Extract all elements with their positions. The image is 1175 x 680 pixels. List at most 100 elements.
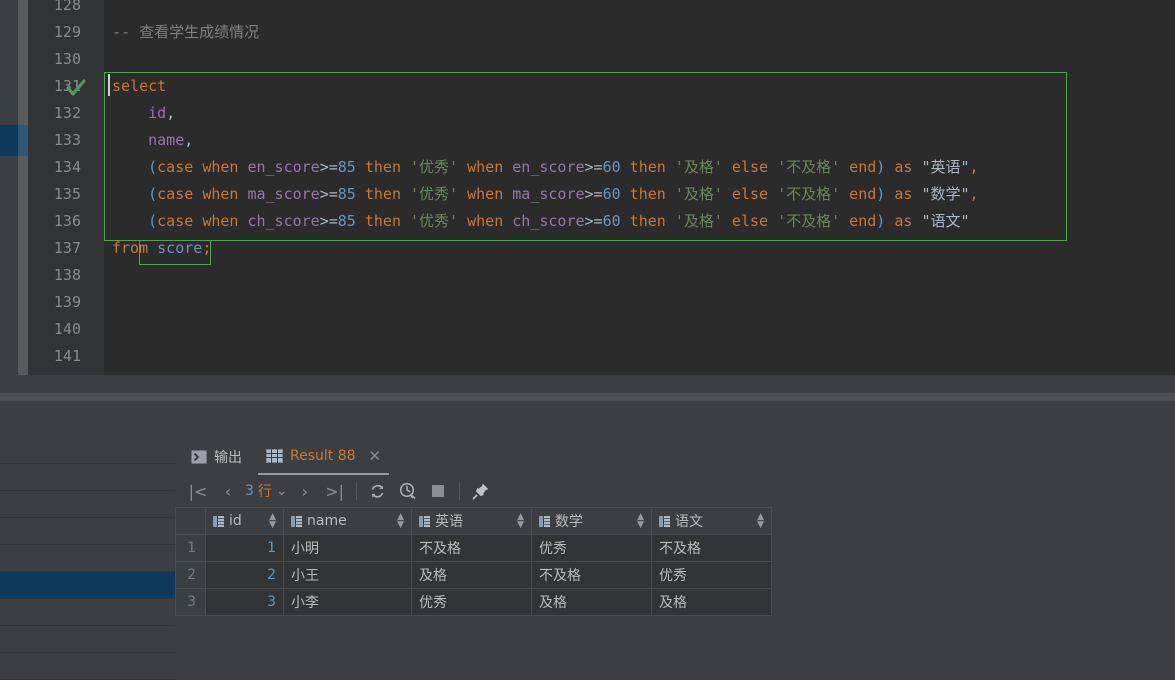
cell-ch[interactable]: 及格 bbox=[651, 588, 772, 616]
code-token: then bbox=[355, 158, 411, 176]
code-line[interactable]: select bbox=[112, 73, 166, 100]
cell-en[interactable]: 及格 bbox=[411, 561, 532, 589]
list-item[interactable] bbox=[0, 437, 175, 464]
code-token: then bbox=[620, 158, 675, 176]
code-token: when bbox=[202, 185, 248, 203]
code-token: ) bbox=[876, 185, 886, 203]
column-icon bbox=[419, 515, 430, 527]
code-token: >= bbox=[319, 185, 338, 203]
sort-arrows-icon[interactable]: ▲ ▼ bbox=[397, 513, 404, 530]
editor-horizontal-scrollbar[interactable] bbox=[0, 375, 1175, 401]
cell-en[interactable]: 优秀 bbox=[411, 588, 532, 616]
sort-arrows-icon[interactable]: ▲ ▼ bbox=[757, 513, 764, 530]
table-row[interactable]: 1 1 小明 不及格 优秀 不及格 bbox=[175, 534, 772, 562]
sort-arrows-icon[interactable]: ▲ ▼ bbox=[637, 513, 644, 530]
code-token: score bbox=[157, 239, 203, 257]
prev-page-button[interactable]: ‹ bbox=[213, 476, 243, 506]
column-header-label: name bbox=[307, 513, 347, 529]
result-tab-bar[interactable]: 输出 Result 88 ✕ bbox=[175, 439, 1175, 475]
code-token: '优秀' bbox=[410, 212, 459, 230]
cell-name[interactable]: 小李 bbox=[283, 588, 412, 616]
next-page-button[interactable]: › bbox=[290, 476, 320, 506]
reload-button[interactable] bbox=[363, 476, 393, 506]
column-icon bbox=[291, 515, 302, 527]
history-button[interactable] bbox=[393, 476, 423, 506]
line-number: 130 bbox=[53, 50, 81, 68]
chevron-down-icon[interactable]: ⌄ bbox=[276, 483, 288, 499]
code-token: end bbox=[840, 158, 877, 176]
code-token: '不及格' bbox=[777, 212, 841, 230]
left-tool-pane[interactable] bbox=[0, 401, 175, 680]
sort-arrows-icon[interactable]: ▲ ▼ bbox=[269, 513, 276, 530]
cell-ma[interactable]: 不及格 bbox=[531, 561, 652, 589]
code-line[interactable]: (case when ch_score>=85 then '优秀' when c… bbox=[112, 208, 969, 235]
left-pane-row-list[interactable] bbox=[0, 437, 175, 680]
code-token: >= bbox=[584, 158, 603, 176]
code-token: '优秀' bbox=[410, 185, 459, 203]
code-line[interactable]: from score; bbox=[112, 235, 211, 262]
code-token: else bbox=[722, 158, 778, 176]
code-line[interactable]: id, bbox=[112, 100, 175, 127]
cell-name[interactable]: 小王 bbox=[283, 561, 412, 589]
cell-ch[interactable]: 不及格 bbox=[651, 534, 772, 562]
code-token: 85 bbox=[337, 185, 356, 203]
tab-result-88[interactable]: Result 88 ✕ bbox=[258, 439, 390, 475]
code-token: else bbox=[722, 185, 778, 203]
row-count-selector[interactable]: 3 行 ⌄ bbox=[245, 481, 288, 501]
pin-button[interactable] bbox=[466, 476, 496, 506]
list-item[interactable] bbox=[0, 491, 175, 518]
cell-id[interactable]: 3 bbox=[205, 588, 284, 616]
table-row[interactable]: 2 2 小王 及格 不及格 优秀 bbox=[175, 561, 772, 589]
sql-editor[interactable]: 128 129 130 131 132 133 134 135 136 137 138 139 140 1… bbox=[0, 0, 1175, 375]
column-header-name[interactable]: name ▲ ▼ bbox=[283, 507, 412, 535]
cell-id[interactable]: 2 bbox=[205, 561, 284, 589]
lower-section: 输出 Result 88 ✕ |< ‹ 3 行 ⌄ › >| id ▲ ▼ na… bbox=[0, 401, 1175, 680]
code-token: as bbox=[885, 158, 922, 176]
code-text-area[interactable]: -- 查看学生成绩情况 select id, name, (case when e… bbox=[104, 0, 1175, 375]
code-line[interactable]: -- 查看学生成绩情况 bbox=[112, 19, 259, 46]
code-token: end bbox=[840, 212, 877, 230]
list-item[interactable] bbox=[0, 572, 175, 599]
close-icon[interactable]: ✕ bbox=[369, 447, 382, 465]
last-page-button[interactable]: >| bbox=[320, 476, 350, 506]
cell-en[interactable]: 不及格 bbox=[411, 534, 532, 562]
list-item[interactable] bbox=[0, 653, 175, 680]
code-token: end bbox=[840, 185, 877, 203]
code-token: ( bbox=[112, 158, 158, 176]
cell-name[interactable]: 小明 bbox=[283, 534, 412, 562]
first-page-button[interactable]: |< bbox=[183, 476, 213, 506]
editor-vertical-scrollbar[interactable] bbox=[18, 0, 28, 375]
stop-button[interactable] bbox=[423, 476, 453, 506]
code-token: when bbox=[202, 158, 248, 176]
toolbar-divider-1 bbox=[355, 482, 357, 500]
code-line[interactable]: (case when ma_score>=85 then '优秀' when m… bbox=[112, 181, 978, 208]
column-header-数学[interactable]: 数学 ▲ ▼ bbox=[531, 507, 652, 535]
table-row[interactable]: 3 3 小李 优秀 及格 及格 bbox=[175, 588, 772, 616]
list-item[interactable] bbox=[0, 545, 175, 572]
cell-ma[interactable]: 及格 bbox=[531, 588, 652, 616]
column-header-id[interactable]: id ▲ ▼ bbox=[205, 507, 284, 535]
result-toolbar[interactable]: |< ‹ 3 行 ⌄ › >| bbox=[175, 475, 1175, 507]
list-item[interactable] bbox=[0, 464, 175, 491]
line-number: 141 bbox=[53, 347, 81, 365]
code-folding-strip[interactable] bbox=[95, 0, 205, 375]
cell-ch[interactable]: 优秀 bbox=[651, 561, 772, 589]
code-token: ma_score bbox=[512, 185, 585, 203]
column-header-英语[interactable]: 英语 ▲ ▼ bbox=[411, 507, 532, 535]
list-item[interactable] bbox=[0, 599, 175, 626]
code-token: ( bbox=[112, 185, 158, 203]
tab-output[interactable]: 输出 bbox=[183, 439, 250, 475]
code-token: '不及格' bbox=[777, 185, 841, 203]
code-line[interactable]: name, bbox=[112, 127, 193, 154]
cell-ma[interactable]: 优秀 bbox=[531, 534, 652, 562]
editor-hscroll-thumb[interactable] bbox=[0, 393, 1175, 401]
list-item[interactable] bbox=[0, 626, 175, 653]
code-token: '优秀' bbox=[410, 158, 459, 176]
code-line[interactable]: (case when en_score>=85 then '优秀' when e… bbox=[112, 154, 978, 181]
column-header-语文[interactable]: 语文 ▲ ▼ bbox=[651, 507, 772, 535]
sort-arrows-icon[interactable]: ▲ ▼ bbox=[517, 513, 524, 530]
result-grid-body[interactable]: 1 1 小明 不及格 优秀 不及格 2 2 小王 及格 不及格 优秀 3 3 小李 优秀 及格 及格 bbox=[175, 534, 772, 616]
cell-id[interactable]: 1 bbox=[205, 534, 284, 562]
result-grid[interactable]: id ▲ ▼ name ▲ ▼ 英语 ▲ ▼ 数学 ▲ ▼ 语文 ▲ ▼ 1 1 小明 不及格 优秀 不及格 2 2 小王及… bbox=[175, 507, 772, 616]
list-item[interactable] bbox=[0, 518, 175, 545]
